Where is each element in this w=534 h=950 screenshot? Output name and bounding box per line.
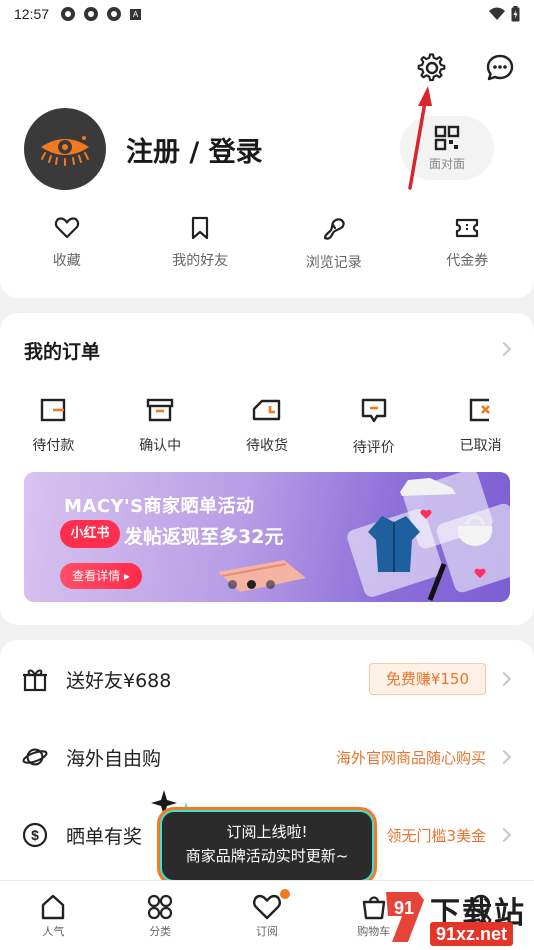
notification-dot	[279, 889, 290, 899]
category-icon	[148, 894, 173, 920]
comment-icon	[361, 398, 386, 423]
quick-link-label: 收藏	[52, 253, 81, 269]
quick-link-favorites[interactable]: 收藏	[0, 216, 134, 272]
quick-links: 收藏 我的好友 浏览记录 代金券	[0, 216, 534, 272]
status-time: 12:57	[14, 6, 50, 22]
battery-icon	[511, 6, 520, 22]
list-item-overseas-shopping[interactable]: 海外自由购 海外官网商品随心购买	[0, 718, 534, 796]
banner-headline: MACY'S商家晒单活动	[64, 496, 255, 517]
nav-tab-label: 分类	[149, 925, 172, 938]
footprint-icon	[323, 218, 345, 240]
quick-link-label: 浏览记录	[305, 255, 362, 271]
gift-icon	[22, 666, 48, 692]
nav-tab-label: 订阅	[255, 925, 278, 938]
orders-card: 我的订单 待付款 确认中 待收货 待评价 已取消 MACY'S商家晒单活动 小红…	[0, 313, 534, 625]
planet-icon	[22, 744, 48, 770]
carousel-dot[interactable]	[266, 580, 275, 589]
order-status-label: 确认中	[139, 438, 182, 454]
heart-decoration-icon	[420, 509, 432, 519]
home-icon	[42, 894, 65, 920]
order-status-to-review[interactable]: 待评价	[320, 397, 427, 457]
avatar[interactable]	[24, 108, 106, 190]
quick-link-label: 代金券	[446, 253, 489, 269]
site-watermark: 91 下载站 91xz.net	[378, 884, 534, 950]
chevron-right-icon[interactable]	[496, 341, 512, 357]
handbag-image	[457, 515, 493, 546]
quick-link-history[interactable]: 浏览记录	[267, 216, 401, 272]
list-item-hint: 海外官网商品随心购买	[335, 748, 486, 767]
wifi-icon	[489, 7, 505, 20]
order-status-awaiting-delivery[interactable]: 待收货	[214, 397, 321, 457]
order-status-row: 待付款 确认中 待收货 待评价 已取消	[0, 397, 534, 457]
messages-button[interactable]	[482, 50, 518, 86]
nav-tab-subscribe[interactable]: 订阅	[214, 881, 321, 950]
orders-title[interactable]: 我的订单	[24, 337, 100, 364]
chevron-right-icon	[496, 749, 512, 765]
notification-icon	[61, 7, 76, 21]
settings-button[interactable]	[414, 50, 450, 86]
quick-link-label: 我的好友	[172, 253, 229, 269]
chat-icon	[486, 54, 514, 81]
carousel-indicator	[228, 580, 275, 589]
dollar-icon: $	[22, 822, 48, 848]
watermark-logo-icon: 91	[386, 892, 424, 942]
chevron-right-icon	[496, 671, 512, 687]
earn-free-badge: 免费赚¥150	[368, 663, 486, 695]
order-status-label: 已取消	[459, 438, 502, 454]
tooltip-line-2: 商家品牌活动实时更新~	[185, 847, 349, 865]
face-to-face-button[interactable]: 面对面	[400, 116, 494, 180]
banner-brand-tag: 小红书	[60, 520, 120, 548]
list-item-title: 晒单有奖	[66, 825, 143, 848]
status-bar: 12:57 A	[0, 0, 534, 28]
promo-banner[interactable]: MACY'S商家晒单活动 小红书 发帖返现至多32元 查看详情 ▸	[24, 472, 510, 602]
login-register-link[interactable]: 注册 / 登录	[126, 130, 263, 169]
sneaker-image	[400, 478, 456, 496]
banner-subline: 发帖返现至多32元	[124, 526, 284, 548]
wallet-icon	[41, 398, 66, 422]
cancel-icon	[469, 398, 490, 422]
ticket-icon	[456, 218, 479, 238]
notification-icon	[84, 7, 99, 21]
list-item-title: 海外自由购	[66, 747, 162, 770]
tooltip-line-1: 订阅上线啦!	[226, 823, 308, 841]
profile-card: 注册 / 登录 面对面 收藏 我的好友 浏览记录 代金券	[0, 28, 534, 298]
box-icon	[146, 398, 174, 422]
notification-a-icon: A	[130, 8, 142, 20]
list-item-gift-friends[interactable]: 送好友¥688 免费赚¥150	[0, 640, 534, 718]
carousel-dot-active[interactable]	[247, 580, 256, 589]
watermark-domain: 91xz.net	[430, 922, 514, 946]
heart-decoration-icon	[474, 568, 486, 578]
nav-tab-category[interactable]: 分类	[107, 881, 214, 950]
order-status-label: 待收货	[245, 438, 288, 454]
pen-image	[427, 563, 447, 601]
quick-link-friends[interactable]: 我的好友	[134, 216, 268, 272]
view-details-button[interactable]: 查看详情 ▸	[60, 563, 142, 589]
heart-icon	[54, 217, 79, 239]
svg-text:$: $	[31, 827, 39, 843]
svg-text:91: 91	[394, 898, 414, 918]
face-to-face-label: 面对面	[428, 156, 465, 171]
jacket-image	[368, 516, 420, 572]
order-status-cancelled[interactable]: 已取消	[427, 397, 534, 457]
order-status-label: 待付款	[32, 438, 75, 454]
list-item-hint: 领无门槛3美金	[386, 826, 486, 845]
quick-link-vouchers[interactable]: 代金券	[401, 216, 534, 272]
order-status-confirming[interactable]: 确认中	[107, 397, 214, 457]
notification-icon	[107, 7, 122, 21]
order-status-pending-payment[interactable]: 待付款	[0, 397, 107, 457]
nav-tab-label: 人气	[42, 925, 65, 938]
subscribe-heart-icon	[253, 894, 281, 920]
eye-logo-icon	[41, 136, 89, 166]
carousel-dot[interactable]	[228, 580, 237, 589]
truck-icon	[252, 399, 281, 421]
chevron-right-icon	[496, 827, 512, 843]
order-status-label: 待评价	[352, 440, 395, 456]
bookmark-icon	[192, 216, 209, 240]
gear-icon	[417, 53, 446, 82]
subscription-tooltip[interactable]: 订阅上线啦! 商家品牌活动实时更新~	[160, 810, 374, 882]
qr-grid-icon	[434, 125, 460, 150]
nav-tab-popular[interactable]: 人气	[0, 881, 107, 950]
list-item-title: 送好友¥688	[66, 669, 172, 692]
